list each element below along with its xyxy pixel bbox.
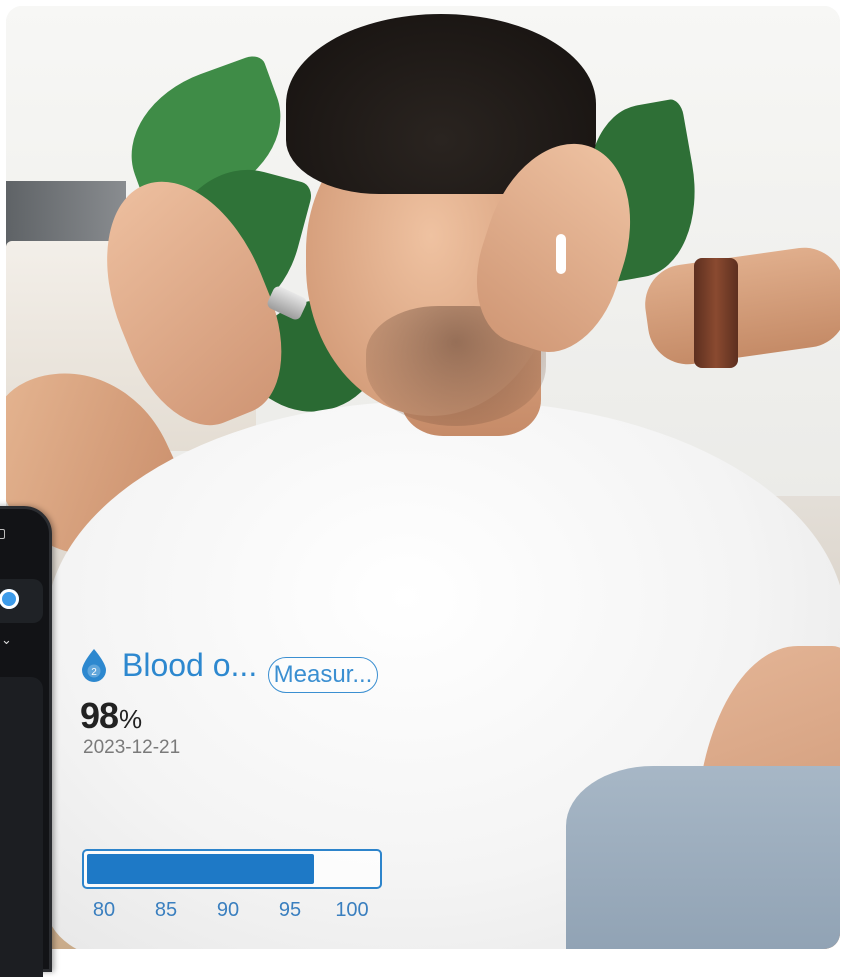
phone-mockup: ⌄ — [0, 506, 52, 977]
blood-oxygen-value: 98% — [80, 695, 142, 737]
value-number: 98 — [80, 695, 119, 736]
blood-drop-icon: 2 — [80, 648, 108, 682]
square-icon — [0, 529, 5, 539]
tick-label: 95 — [278, 899, 302, 921]
tick-label: 90 — [216, 899, 240, 921]
chevron-down-icon[interactable]: ⌄ — [1, 633, 12, 647]
blood-drop-badge: 2 — [91, 667, 97, 678]
tick-label: 80 — [92, 899, 116, 921]
person-shorts — [566, 766, 840, 949]
measure-button[interactable]: Measur... — [268, 657, 378, 693]
tick-label: 85 — [154, 899, 178, 921]
tick-label: 100 — [335, 899, 369, 921]
blood-oxygen-header: 2 Blood o... — [80, 645, 257, 685]
measurement-date: 2023-12-21 — [83, 737, 181, 758]
range-bar-fill — [87, 854, 315, 884]
phone-panel — [0, 677, 43, 977]
range-bar — [82, 849, 382, 889]
value-unit: % — [119, 704, 142, 734]
earbud — [556, 234, 566, 274]
blood-oxygen-title: Blood o... — [122, 646, 258, 683]
toggle-icon[interactable] — [0, 589, 19, 609]
blood-oxygen-widget: 2 Blood o... Measur... 98% 2023-12-21 80… — [80, 645, 400, 935]
wrist-watch — [694, 258, 738, 368]
range-bar-ticks: 80 85 90 95 100 — [82, 899, 382, 923]
